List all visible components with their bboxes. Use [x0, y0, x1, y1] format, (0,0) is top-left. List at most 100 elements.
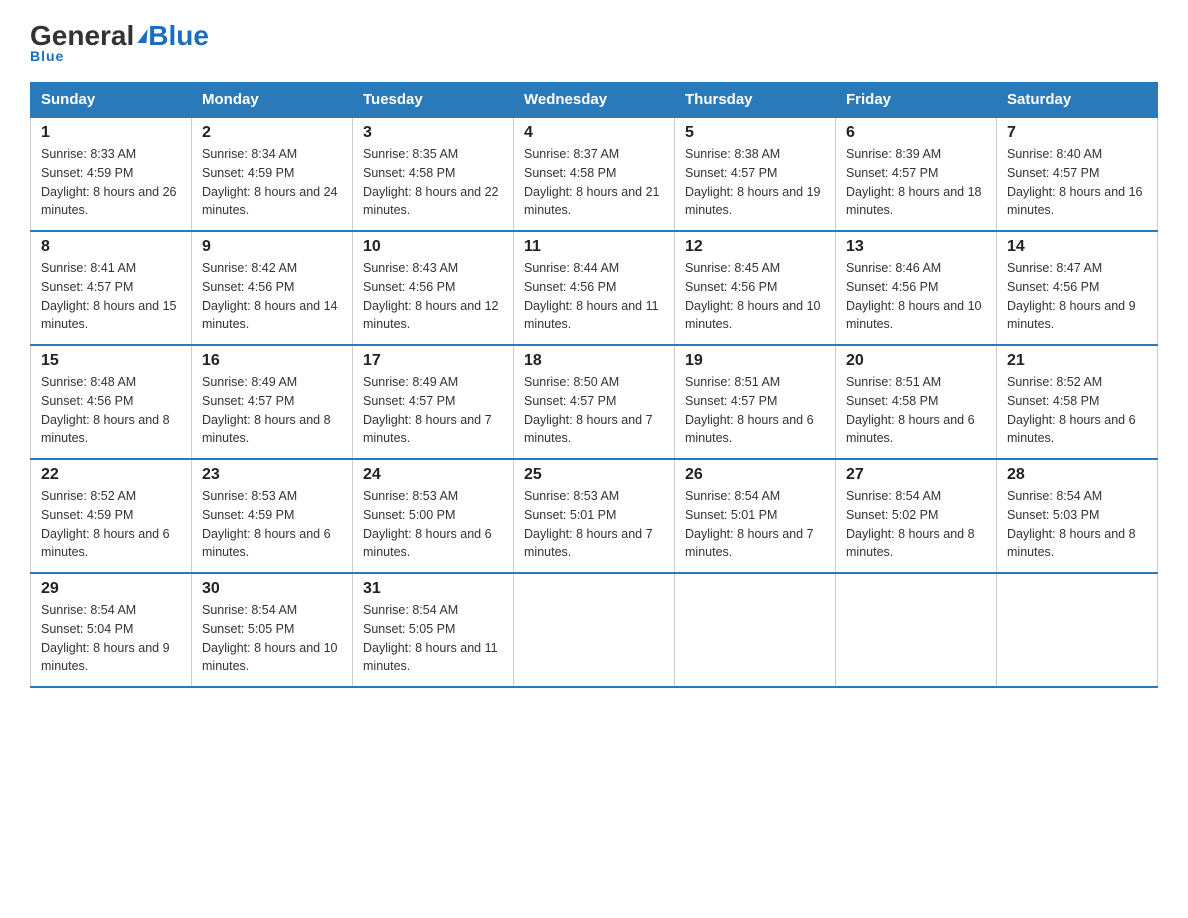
day-cell: 2Sunrise: 8:34 AMSunset: 4:59 PMDaylight…: [192, 117, 353, 231]
day-info: Sunrise: 8:49 AMSunset: 4:57 PMDaylight:…: [202, 373, 342, 448]
week-row-5: 29 Sunrise: 8:54 AMSunset: 5:04 PMDayligh…: [31, 573, 1158, 687]
day-cell: 12Sunrise: 8:45 AMSunset: 4:56 PMDayligh…: [675, 231, 836, 345]
day-number: 30: [202, 580, 342, 598]
day-info: Sunrise: 8:33 AMSunset: 4:59 PMDaylight:…: [41, 145, 181, 220]
day-info: Sunrise: 8:52 AMSunset: 4:59 PMDaylight:…: [41, 487, 181, 562]
day-info: Sunrise: 8:49 AMSunset: 4:57 PMDaylight:…: [363, 373, 503, 448]
day-cell: 1 Sunrise: 8:33 AMSunset: 4:59 PMDaylight…: [31, 117, 192, 231]
day-cell: 16Sunrise: 8:49 AMSunset: 4:57 PMDayligh…: [192, 345, 353, 459]
day-info: Sunrise: 8:53 AMSunset: 4:59 PMDaylight:…: [202, 487, 342, 562]
day-cell: 22 Sunrise: 8:52 AMSunset: 4:59 PMDayligh…: [31, 459, 192, 573]
day-number: 22: [41, 466, 181, 484]
day-number: 10: [363, 238, 503, 256]
day-cell: 3 Sunrise: 8:35 AMSunset: 4:58 PMDaylight…: [353, 117, 514, 231]
day-cell: 8Sunrise: 8:41 AMSunset: 4:57 PMDaylight…: [31, 231, 192, 345]
day-info: Sunrise: 8:54 AMSunset: 5:02 PMDaylight:…: [846, 487, 986, 562]
day-info: Sunrise: 8:52 AMSunset: 4:58 PMDaylight:…: [1007, 373, 1147, 448]
day-number: 27: [846, 466, 986, 484]
logo-sub: Blue: [30, 48, 64, 64]
day-number: 23: [202, 466, 342, 484]
day-number: 4: [524, 124, 664, 142]
col-header-sunday: Sunday: [31, 83, 192, 118]
week-row-4: 22 Sunrise: 8:52 AMSunset: 4:59 PMDayligh…: [31, 459, 1158, 573]
day-cell: 30 Sunrise: 8:54 AMSunset: 5:05 PMDayligh…: [192, 573, 353, 687]
day-cell: [675, 573, 836, 687]
day-cell: 5 Sunrise: 8:38 AMSunset: 4:57 PMDaylight…: [675, 117, 836, 231]
day-cell: 25 Sunrise: 8:53 AMSunset: 5:01 PMDayligh…: [514, 459, 675, 573]
logo: General Blue Blue: [30, 20, 209, 64]
day-cell: 26 Sunrise: 8:54 AMSunset: 5:01 PMDayligh…: [675, 459, 836, 573]
day-cell: 13Sunrise: 8:46 AMSunset: 4:56 PMDayligh…: [836, 231, 997, 345]
day-number: 5: [685, 124, 825, 142]
day-info: Sunrise: 8:35 AMSunset: 4:58 PMDaylight:…: [363, 145, 503, 220]
day-info: Sunrise: 8:38 AMSunset: 4:57 PMDaylight:…: [685, 145, 825, 220]
week-row-3: 15Sunrise: 8:48 AMSunset: 4:56 PMDayligh…: [31, 345, 1158, 459]
day-info: Sunrise: 8:54 AMSunset: 5:05 PMDaylight:…: [202, 601, 342, 676]
day-info: Sunrise: 8:45 AMSunset: 4:56 PMDaylight:…: [685, 259, 825, 334]
day-cell: 24Sunrise: 8:53 AMSunset: 5:00 PMDayligh…: [353, 459, 514, 573]
day-info: Sunrise: 8:39 AMSunset: 4:57 PMDaylight:…: [846, 145, 986, 220]
day-cell: 15Sunrise: 8:48 AMSunset: 4:56 PMDayligh…: [31, 345, 192, 459]
page-header: General Blue Blue: [30, 20, 1158, 64]
day-info: Sunrise: 8:54 AMSunset: 5:01 PMDaylight:…: [685, 487, 825, 562]
day-cell: 23 Sunrise: 8:53 AMSunset: 4:59 PMDayligh…: [192, 459, 353, 573]
day-cell: 20Sunrise: 8:51 AMSunset: 4:58 PMDayligh…: [836, 345, 997, 459]
day-cell: 28 Sunrise: 8:54 AMSunset: 5:03 PMDayligh…: [997, 459, 1158, 573]
day-cell: 11 Sunrise: 8:44 AMSunset: 4:56 PMDayligh…: [514, 231, 675, 345]
day-number: 15: [41, 352, 181, 370]
day-cell: [514, 573, 675, 687]
day-number: 11: [524, 238, 664, 256]
day-number: 26: [685, 466, 825, 484]
day-header-row: SundayMondayTuesdayWednesdayThursdayFrid…: [31, 83, 1158, 118]
day-cell: 10 Sunrise: 8:43 AMSunset: 4:56 PMDayligh…: [353, 231, 514, 345]
day-info: Sunrise: 8:40 AMSunset: 4:57 PMDaylight:…: [1007, 145, 1147, 220]
day-cell: 6 Sunrise: 8:39 AMSunset: 4:57 PMDaylight…: [836, 117, 997, 231]
day-number: 28: [1007, 466, 1147, 484]
calendar-table: SundayMondayTuesdayWednesdayThursdayFrid…: [30, 82, 1158, 688]
day-number: 2: [202, 124, 342, 142]
day-info: Sunrise: 8:46 AMSunset: 4:56 PMDaylight:…: [846, 259, 986, 334]
day-cell: 31 Sunrise: 8:54 AMSunset: 5:05 PMDayligh…: [353, 573, 514, 687]
day-cell: 19Sunrise: 8:51 AMSunset: 4:57 PMDayligh…: [675, 345, 836, 459]
day-cell: 29 Sunrise: 8:54 AMSunset: 5:04 PMDayligh…: [31, 573, 192, 687]
day-cell: [997, 573, 1158, 687]
day-cell: 9 Sunrise: 8:42 AMSunset: 4:56 PMDaylight…: [192, 231, 353, 345]
day-number: 21: [1007, 352, 1147, 370]
day-info: Sunrise: 8:53 AMSunset: 5:01 PMDaylight:…: [524, 487, 664, 562]
day-number: 7: [1007, 124, 1147, 142]
day-number: 18: [524, 352, 664, 370]
day-cell: [836, 573, 997, 687]
day-info: Sunrise: 8:54 AMSunset: 5:03 PMDaylight:…: [1007, 487, 1147, 562]
week-row-2: 8Sunrise: 8:41 AMSunset: 4:57 PMDaylight…: [31, 231, 1158, 345]
day-number: 29: [41, 580, 181, 598]
day-number: 8: [41, 238, 181, 256]
day-number: 6: [846, 124, 986, 142]
day-number: 3: [363, 124, 503, 142]
day-number: 9: [202, 238, 342, 256]
day-info: Sunrise: 8:54 AMSunset: 5:05 PMDaylight:…: [363, 601, 503, 676]
logo-blue: Blue: [148, 20, 209, 52]
day-number: 19: [685, 352, 825, 370]
day-cell: 21 Sunrise: 8:52 AMSunset: 4:58 PMDayligh…: [997, 345, 1158, 459]
col-header-friday: Friday: [836, 83, 997, 118]
day-info: Sunrise: 8:51 AMSunset: 4:58 PMDaylight:…: [846, 373, 986, 448]
day-number: 25: [524, 466, 664, 484]
day-info: Sunrise: 8:42 AMSunset: 4:56 PMDaylight:…: [202, 259, 342, 334]
day-cell: 14Sunrise: 8:47 AMSunset: 4:56 PMDayligh…: [997, 231, 1158, 345]
day-info: Sunrise: 8:54 AMSunset: 5:04 PMDaylight:…: [41, 601, 181, 676]
day-cell: 18 Sunrise: 8:50 AMSunset: 4:57 PMDayligh…: [514, 345, 675, 459]
day-number: 1: [41, 124, 181, 142]
day-number: 31: [363, 580, 503, 598]
col-header-saturday: Saturday: [997, 83, 1158, 118]
day-info: Sunrise: 8:50 AMSunset: 4:57 PMDaylight:…: [524, 373, 664, 448]
col-header-wednesday: Wednesday: [514, 83, 675, 118]
day-number: 17: [363, 352, 503, 370]
day-info: Sunrise: 8:44 AMSunset: 4:56 PMDaylight:…: [524, 259, 664, 334]
day-number: 24: [363, 466, 503, 484]
col-header-thursday: Thursday: [675, 83, 836, 118]
day-number: 14: [1007, 238, 1147, 256]
day-cell: 27 Sunrise: 8:54 AMSunset: 5:02 PMDayligh…: [836, 459, 997, 573]
day-info: Sunrise: 8:37 AMSunset: 4:58 PMDaylight:…: [524, 145, 664, 220]
day-info: Sunrise: 8:43 AMSunset: 4:56 PMDaylight:…: [363, 259, 503, 334]
day-cell: 17 Sunrise: 8:49 AMSunset: 4:57 PMDayligh…: [353, 345, 514, 459]
